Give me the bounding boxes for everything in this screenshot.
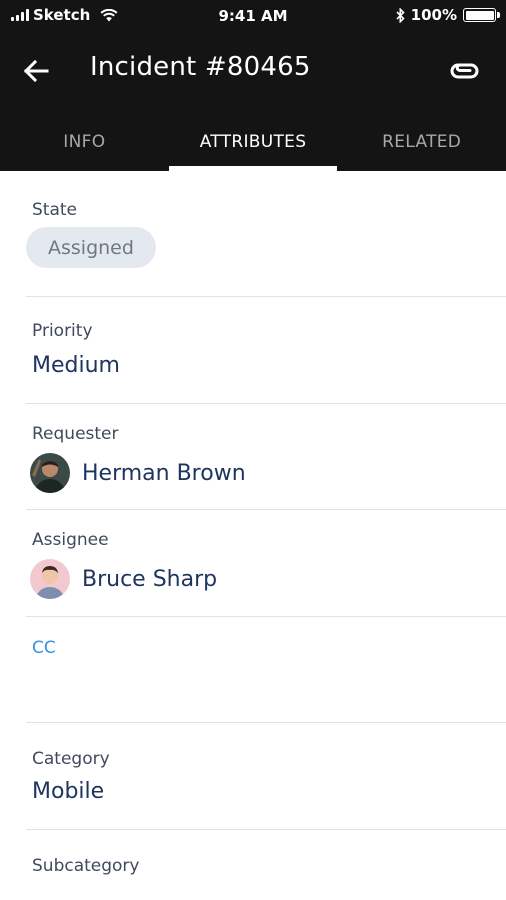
tab-info[interactable]: INFO	[0, 114, 169, 171]
back-button[interactable]	[20, 56, 52, 86]
bluetooth-icon	[396, 7, 405, 23]
priority-value: Medium	[32, 353, 120, 378]
category-field[interactable]: Category Mobile	[26, 723, 506, 830]
assignee-avatar	[30, 559, 70, 599]
tab-bar: INFO ATTRIBUTES RELATED	[0, 114, 506, 171]
requester-label: Requester	[32, 424, 119, 444]
battery-percent: 100%	[410, 6, 457, 24]
requester-avatar	[30, 453, 70, 493]
status-bar: Sketch 9:41 AM 100%	[0, 0, 506, 34]
state-badge[interactable]: Assigned	[26, 227, 156, 268]
priority-field[interactable]: Priority Medium	[26, 297, 506, 404]
assignee-person: Bruce Sharp	[30, 559, 217, 599]
assignee-label: Assignee	[32, 530, 109, 550]
priority-label: Priority	[32, 321, 93, 341]
paperclip-link-icon	[450, 63, 479, 79]
arrow-left-icon	[23, 60, 49, 82]
cc-label[interactable]: CC	[32, 638, 56, 658]
assignee-field[interactable]: Assignee Bruce Sharp	[26, 510, 506, 617]
attachment-button[interactable]	[448, 56, 484, 86]
subcategory-label: Subcategory	[32, 856, 140, 876]
battery-icon	[463, 8, 500, 22]
cc-field[interactable]: CC	[26, 617, 506, 723]
assignee-name: Bruce Sharp	[82, 566, 218, 592]
category-value: Mobile	[32, 779, 105, 804]
tab-attributes[interactable]: ATTRIBUTES	[168, 114, 338, 171]
requester-name: Herman Brown	[82, 460, 246, 486]
status-right: 100%	[396, 6, 500, 24]
app-header: Sketch 9:41 AM 100% Incident #80465 INFO	[0, 0, 506, 171]
state-label: State	[32, 200, 77, 220]
category-label: Category	[32, 749, 110, 769]
subcategory-field[interactable]: Subcategory	[26, 830, 506, 900]
requester-person: Herman Brown	[30, 453, 246, 493]
requester-field[interactable]: Requester Herman Brown	[26, 404, 506, 510]
page-title: Incident #80465	[90, 52, 311, 82]
state-field: State Assigned	[26, 171, 506, 297]
tab-related[interactable]: RELATED	[337, 114, 506, 171]
